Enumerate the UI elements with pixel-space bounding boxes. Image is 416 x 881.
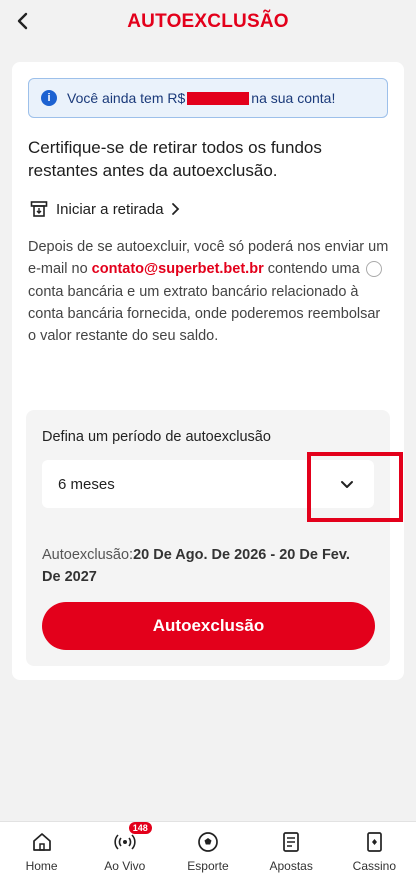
nav-bets[interactable]: Apostas [251,831,331,873]
nav-sports-label: Esporte [187,858,229,873]
home-icon [32,832,51,851]
chevron-right-icon [171,203,179,215]
nav-sports[interactable]: Esporte [168,831,248,873]
floating-radio-circle[interactable] [366,261,382,277]
exclusion-dates: Autoexclusão:20 De Ago. De 2026 - 20 De … [42,544,372,588]
live-signal-icon [114,833,136,850]
nav-bets-label: Apostas [269,858,313,873]
cards-icon [367,831,383,852]
balance-info-banner: i Você ainda tem R$ na sua conta! [28,78,388,118]
nav-home-label: Home [25,858,58,873]
content-card: i Você ainda tem R$ na sua conta! Certif… [12,62,404,680]
banner-suffix: na sua conta! [251,90,336,106]
page-title: AUTOEXCLUSÃO [127,11,289,32]
bottom-navigation: Home 148 Ao Vivo Esporte Apostas Cassino [0,821,416,881]
nav-casino-label: Cassino [352,858,397,873]
period-label: Defina um período de autoexclusão [42,429,271,445]
support-email-link[interactable]: contato@superbet.bet.br [92,261,264,277]
top-bar: AUTOEXCLUSÃO [0,0,416,44]
betslip-icon [283,831,300,852]
soccer-ball-icon [198,831,218,852]
chevron-left-icon [17,12,28,30]
nav-casino[interactable]: Cassino [334,831,414,873]
period-section: Defina um período de autoexclusão 6 mese… [26,410,403,666]
nav-home[interactable]: Home [2,831,82,873]
period-select-value: 6 meses [58,475,115,493]
dates-label: Autoexclusão: [42,547,134,563]
start-withdrawal-label: Iniciar a retirada [56,200,164,218]
banner-prefix: Você ainda tem R$ [67,90,186,106]
info-icon: i [41,90,57,106]
refund-instructions: Depois de se autoexcluir, você só poderá… [28,236,390,347]
withdraw-icon [30,201,48,217]
start-withdrawal-link[interactable]: Iniciar a retirada [30,198,180,220]
nav-live-label: Ao Vivo [104,858,146,873]
redacted-amount [187,91,250,105]
nav-live[interactable]: 148 Ao Vivo [85,821,165,873]
highlight-annotation [307,452,403,522]
withdraw-heading: Certifique-se de retirar todos os fundos… [28,138,322,180]
back-button[interactable] [10,8,36,34]
live-count-badge: 148 [128,821,152,834]
self-exclusion-button[interactable]: Autoexclusão [42,602,375,650]
